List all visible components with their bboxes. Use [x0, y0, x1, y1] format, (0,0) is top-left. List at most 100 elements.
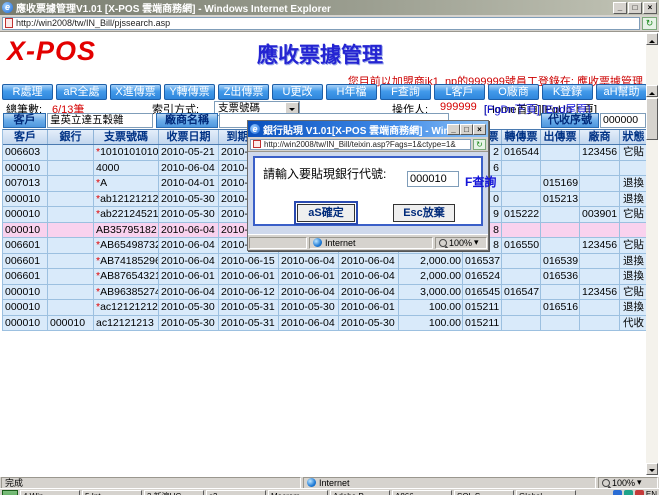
dialog-maximize-button[interactable]: □	[460, 124, 473, 135]
vertical-scrollbar[interactable]	[646, 33, 658, 475]
zoom-value: 100%	[449, 238, 472, 248]
cell: 2010-06-04	[279, 285, 339, 300]
menu-X進傳票[interactable]: X進傳票	[110, 84, 161, 100]
dialog-address-input[interactable]: http://win2008/tw/IN_Bill/teixin.asp?Fag…	[250, 139, 471, 150]
table-row[interactable]: 000010000010ac121212132010-05-302010-05-…	[3, 316, 647, 332]
flag-asterisk: *	[96, 193, 100, 205]
collect-serial-input[interactable]: 000000	[600, 113, 646, 128]
cell	[48, 145, 94, 160]
tray-language[interactable]: EN	[646, 490, 657, 495]
tray-icon[interactable]	[613, 490, 622, 495]
cell	[48, 254, 94, 269]
menu-L客戶[interactable]: L客戶	[434, 84, 485, 100]
menu-K登錄[interactable]: K登錄	[542, 84, 593, 100]
taskbar-item[interactable]: s3...	[206, 490, 266, 495]
scroll-up-icon[interactable]	[646, 33, 658, 45]
menu-Z出傳票[interactable]: Z出傳票	[218, 84, 269, 100]
address-bar: http://win2008/tw/IN_Bill/pjssearch.asp …	[0, 15, 659, 32]
cell: 2010-05-30	[339, 316, 399, 331]
zone-text: Internet	[325, 238, 356, 248]
collect-serial-label: 代收序號	[541, 113, 599, 128]
cell: 2010-06-04	[339, 269, 399, 284]
cell	[541, 285, 580, 300]
close-button[interactable]: ×	[643, 2, 657, 14]
table-row[interactable]: 006601*AB876543212010-06-012010-06-01201…	[3, 269, 647, 285]
start-button[interactable]	[2, 490, 18, 495]
dialog-address-bar: http://win2008/tw/IN_Bill/teixin.asp?Fag…	[248, 137, 488, 152]
page-content: X-POS 應收票據管理 您目前以加盟商ik1_np的999999號員工登錄在:…	[0, 32, 659, 476]
tray-icon[interactable]	[624, 490, 633, 495]
cell: 007013	[3, 176, 48, 191]
column-header: 收票日期	[159, 130, 219, 144]
menu-aH幫助[interactable]: aH幫助	[596, 84, 647, 100]
menu-F查詢[interactable]: F查詢	[380, 84, 431, 100]
taskbar-item[interactable]: Macrom...	[268, 490, 328, 495]
scroll-thumb[interactable]	[646, 98, 658, 140]
cell: 000010	[48, 316, 94, 331]
cell: 016537	[463, 254, 502, 269]
magnifier-icon	[602, 479, 610, 487]
menu-R處理[interactable]: R處理	[2, 84, 53, 100]
cell: 2010-06-04	[159, 285, 219, 300]
menu-Y轉傳票[interactable]: Y轉傳票	[164, 84, 215, 100]
query-link[interactable]: F查詢	[465, 173, 496, 190]
taskbar-item[interactable]: Global...	[516, 490, 576, 495]
taskbar-item[interactable]: SQL S...	[454, 490, 514, 495]
taskbar-item[interactable]: 4 Win...	[20, 490, 80, 495]
cell: 2,000.00	[399, 254, 463, 269]
cell: *AB96385274	[94, 285, 159, 300]
dialog-body: 請輸入要貼現銀行代號: F查詢 aS確定 Esc放棄	[248, 152, 488, 234]
cell: 2010-06-04	[159, 161, 219, 176]
broken-page-icon	[5, 18, 13, 28]
cell	[48, 238, 94, 253]
refresh-icon[interactable]: ↻	[642, 17, 657, 30]
cell	[541, 145, 580, 160]
zoom-control[interactable]: 100% ▾	[598, 477, 658, 489]
menu-H年檔[interactable]: H年檔	[326, 84, 377, 100]
cell: 2010-05-30	[159, 300, 219, 315]
cell	[48, 176, 94, 191]
cell	[502, 161, 541, 176]
cell: 006601	[3, 269, 48, 284]
table-row[interactable]: 006601*AB741852962010-06-042010-06-15201…	[3, 254, 647, 270]
menu-U更改[interactable]: U更改	[272, 84, 323, 100]
dialog-titlebar: e 銀行貼現 V1.01[X-POS 雲端商務網] - Windo... _ □…	[248, 121, 488, 137]
address-input[interactable]: http://win2008/tw/IN_Bill/pjssearch.asp	[2, 17, 640, 30]
cell: 2,000.00	[399, 269, 463, 284]
taskbar-item[interactable]: A866...	[392, 490, 452, 495]
statusbar: 完成 Internet 100% ▾	[0, 476, 659, 488]
cell	[48, 223, 94, 238]
scroll-up-icon[interactable]	[646, 85, 658, 97]
scroll-down-icon[interactable]	[646, 463, 658, 475]
cell: 2010-06-04	[159, 238, 219, 253]
maximize-button[interactable]: □	[628, 2, 642, 14]
menu-O廠商[interactable]: O廠商	[488, 84, 539, 100]
cell: 2010-06-04	[279, 316, 339, 331]
menu-aR全處[interactable]: aR全處	[56, 84, 107, 100]
minimize-button[interactable]: _	[613, 2, 627, 14]
customer-input[interactable]: 皇英立達五穀雜	[47, 113, 153, 128]
taskbar-item[interactable]: Adobe P...	[330, 490, 390, 495]
page-title: 應收票據管理	[170, 39, 470, 69]
taskbar-item[interactable]: 5 Int...	[82, 490, 142, 495]
cell: 016544	[502, 145, 541, 160]
cell: 2010-06-04	[279, 254, 339, 269]
tray-icon[interactable]	[635, 490, 644, 495]
refresh-icon[interactable]: ↻	[473, 139, 486, 150]
dialog-close-button[interactable]: ×	[473, 124, 486, 135]
dialog-prompt: 請輸入要貼現銀行代號:	[263, 166, 403, 183]
taskbar-item[interactable]: 3 新浪UC	[144, 490, 204, 495]
bank-code-input[interactable]	[407, 171, 459, 187]
confirm-button[interactable]: aS確定	[297, 204, 355, 222]
cell: 2010-05-30	[159, 192, 219, 207]
cancel-button[interactable]: Esc放棄	[393, 204, 455, 222]
dialog-zoom-control[interactable]: 100% ▾	[435, 237, 487, 249]
screen: e 應收票據管理V1.01 [X-POS 雲端商務網] - Windows In…	[0, 0, 659, 495]
cell: 退換	[620, 254, 648, 269]
cell: AB35795182	[94, 223, 159, 238]
table-row[interactable]: 000010*ac121212122010-05-302010-05-31201…	[3, 300, 647, 316]
column-header: 轉傳票	[502, 130, 541, 144]
internet-globe-icon	[307, 478, 316, 487]
dialog-minimize-button[interactable]: _	[447, 124, 460, 135]
table-row[interactable]: 000010*AB963852742010-06-042010-06-12201…	[3, 285, 647, 301]
